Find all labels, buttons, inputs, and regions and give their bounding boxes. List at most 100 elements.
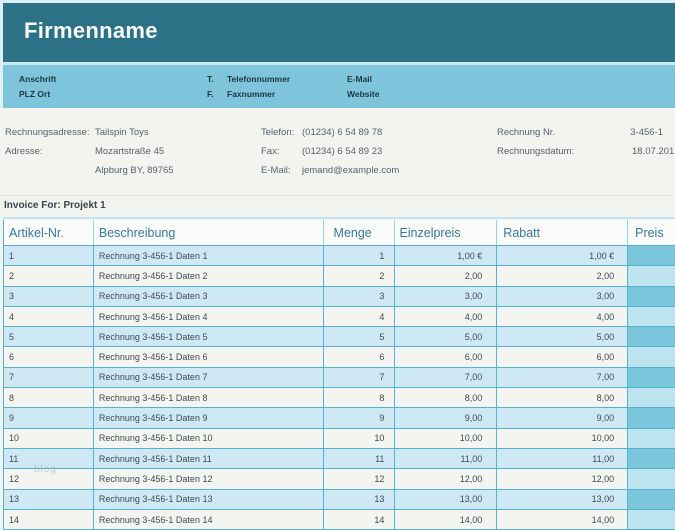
- cell-rabatt: 4,00: [497, 307, 628, 326]
- cell-menge: 10: [324, 429, 396, 448]
- cell-artikel-nr: 1: [4, 246, 94, 265]
- cell-preis: [628, 307, 675, 326]
- contact-website-label: Website: [347, 89, 379, 100]
- cell-beschreibung: Rechnung 3-456-1 Daten 1: [94, 246, 324, 265]
- address-label: Adresse:: [5, 146, 43, 158]
- cell-rabatt: 12,00: [497, 469, 628, 488]
- cell-beschreibung: Rechnung 3-456-1 Daten 2: [94, 266, 324, 285]
- table-row: 1 Rechnung 3-456-1 Daten 1 1 1,00 € 1,00…: [3, 246, 675, 266]
- phone-value: (01234) 6 54 89 78: [302, 127, 382, 139]
- phone-label: Telefon:: [261, 127, 294, 139]
- table-row: 6 Rechnung 3-456-1 Daten 6 6 6,00 6,00: [3, 347, 675, 367]
- table-row: 10 Rechnung 3-456-1 Daten 10 10 10,00 10…: [3, 429, 675, 449]
- blog-watermark: blog: [34, 464, 57, 475]
- fax-label: Fax:: [261, 146, 279, 158]
- cell-rabatt: 1,00 €: [497, 246, 628, 265]
- column-header-rabatt: Rabatt: [497, 220, 628, 245]
- cell-einzelpreis: 5,00: [395, 327, 497, 346]
- cell-menge: 12: [324, 469, 396, 488]
- column-header-beschreibung: Beschreibung: [94, 220, 324, 245]
- cell-beschreibung: Rechnung 3-456-1 Daten 8: [94, 388, 324, 407]
- cell-preis: [628, 347, 675, 366]
- table-row: 2 Rechnung 3-456-1 Daten 2 2 2,00 2,00: [3, 266, 675, 286]
- cell-beschreibung: Rechnung 3-456-1 Daten 3: [94, 287, 324, 306]
- cell-beschreibung: Rechnung 3-456-1 Daten 5: [94, 327, 324, 346]
- column-header-menge: Menge: [324, 220, 396, 245]
- contact-band: Anschrift PLZ Ort T. Telefonnummer F. Fa…: [3, 65, 675, 108]
- cell-rabatt: 11,00: [497, 449, 628, 468]
- cell-menge: 2: [324, 266, 396, 285]
- address-street-value: Mozartstraße 45: [95, 146, 164, 158]
- cell-einzelpreis: 2,00: [395, 266, 497, 285]
- cell-menge: 5: [324, 327, 396, 346]
- cell-einzelpreis: 1,00 €: [395, 246, 497, 265]
- contact-phone-prefix: T.: [207, 74, 214, 85]
- cell-artikel-nr: 9: [4, 408, 94, 427]
- cell-rabatt: 10,00: [497, 429, 628, 448]
- cell-einzelpreis: 10,00: [395, 429, 497, 448]
- section-divider: [0, 195, 675, 196]
- email-value: jemand@example.com: [302, 165, 399, 177]
- contact-email-label: E-Mail: [347, 74, 372, 85]
- cell-menge: 8: [324, 388, 396, 407]
- cell-preis: [628, 490, 675, 509]
- contact-fax-label: Faxnummer: [227, 89, 275, 100]
- cell-rabatt: 6,00: [497, 347, 628, 366]
- cell-rabatt: 8,00: [497, 388, 628, 407]
- table-row: 4 Rechnung 3-456-1 Daten 4 4 4,00 4,00: [3, 307, 675, 327]
- invoice-date-value: 18.07.201: [632, 146, 674, 158]
- cell-einzelpreis: 4,00: [395, 307, 497, 326]
- company-banner: Firmenname: [3, 3, 675, 62]
- column-header-einzelpreis: Einzelpreis: [395, 220, 497, 245]
- invoice-no-value: 3-456-1: [563, 127, 663, 139]
- cell-menge: 1: [324, 246, 396, 265]
- table-row: 13 Rechnung 3-456-1 Daten 13 13 13,00 13…: [3, 490, 675, 510]
- table-header-row: Artikel-Nr. Beschreibung Menge Einzelpre…: [3, 220, 675, 246]
- invoice-date-label: Rechnungsdatum:: [497, 146, 574, 158]
- cell-rabatt: 7,00: [497, 368, 628, 387]
- cell-beschreibung: Rechnung 3-456-1 Daten 7: [94, 368, 324, 387]
- cell-beschreibung: Rechnung 3-456-1 Daten 12: [94, 469, 324, 488]
- cell-rabatt: 2,00: [497, 266, 628, 285]
- cell-menge: 6: [324, 347, 396, 366]
- table-row: 7 Rechnung 3-456-1 Daten 7 7 7,00 7,00: [3, 368, 675, 388]
- table-row: 5 Rechnung 3-456-1 Daten 5 5 5,00 5,00: [3, 327, 675, 347]
- cell-preis: [628, 266, 675, 285]
- cell-preis: [628, 287, 675, 306]
- cell-artikel-nr: 2: [4, 266, 94, 285]
- cell-menge: 11: [324, 449, 396, 468]
- cell-rabatt: 3,00: [497, 287, 628, 306]
- cell-preis: [628, 246, 675, 265]
- table-row: 11 Rechnung 3-456-1 Daten 11 11 11,00 11…: [3, 449, 675, 469]
- billing-address-value: Tailspin Toys: [95, 127, 149, 139]
- table-row: 8 Rechnung 3-456-1 Daten 8 8 8,00 8,00: [3, 388, 675, 408]
- cell-einzelpreis: 8,00: [395, 388, 497, 407]
- table-top-accent: [3, 217, 675, 219]
- cell-beschreibung: Rechnung 3-456-1 Daten 13: [94, 490, 324, 509]
- email-label: E-Mail:: [261, 165, 291, 177]
- cell-preis: [628, 469, 675, 488]
- invoice-for-line: Invoice For: Projekt 1: [4, 200, 106, 211]
- cell-einzelpreis: 13,00: [395, 490, 497, 509]
- cell-beschreibung: Rechnung 3-456-1 Daten 4: [94, 307, 324, 326]
- cell-menge: 4: [324, 307, 396, 326]
- cell-artikel-nr: 10: [4, 429, 94, 448]
- cell-menge: 13: [324, 490, 396, 509]
- cell-beschreibung: Rechnung 3-456-1 Daten 9: [94, 408, 324, 427]
- cell-beschreibung: Rechnung 3-456-1 Daten 10: [94, 429, 324, 448]
- cell-menge: 9: [324, 408, 396, 427]
- contact-address-line1: Anschrift: [19, 74, 56, 85]
- company-name: Firmenname: [24, 18, 158, 44]
- cell-rabatt: 9,00: [497, 408, 628, 427]
- cell-artikel-nr: 3: [4, 287, 94, 306]
- cell-einzelpreis: 12,00: [395, 469, 497, 488]
- table-row: 12 Rechnung 3-456-1 Daten 12 12 12,00 12…: [3, 469, 675, 489]
- cell-preis: [628, 327, 675, 346]
- cell-menge: 3: [324, 287, 396, 306]
- cell-preis: [628, 449, 675, 468]
- cell-artikel-nr: 5: [4, 327, 94, 346]
- invoice-template-page: { "header": { "company_name": "Firmennam…: [0, 0, 675, 520]
- cell-preis: [628, 408, 675, 427]
- column-header-preis: Preis: [628, 220, 675, 245]
- cell-einzelpreis: 6,00: [395, 347, 497, 366]
